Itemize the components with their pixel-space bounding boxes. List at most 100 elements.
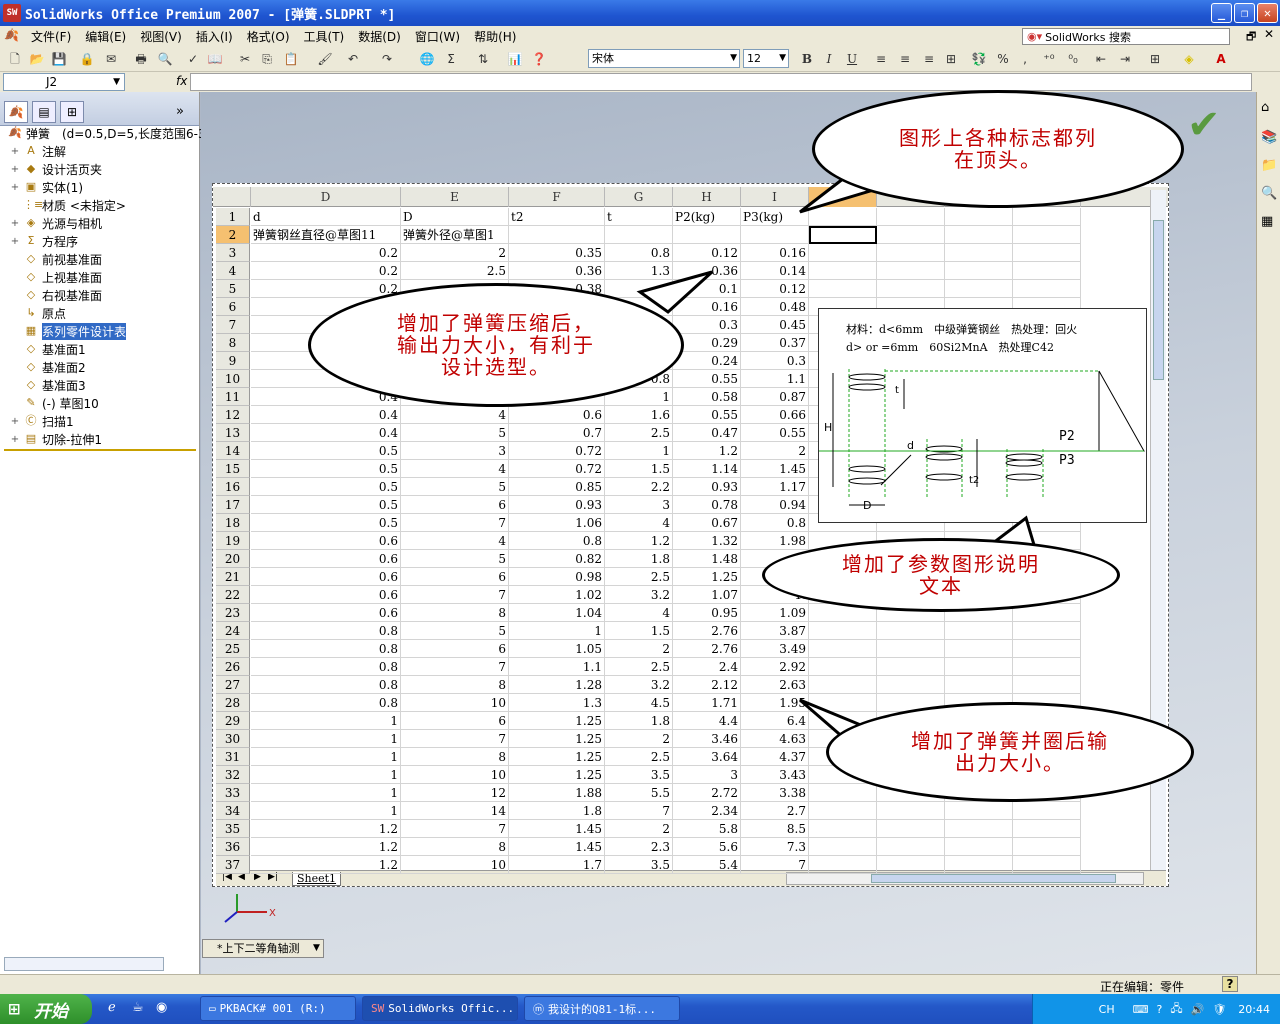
table-cell[interactable] — [945, 820, 1013, 838]
table-cell[interactable] — [877, 640, 945, 658]
table-cell[interactable]: 2.4 — [673, 658, 741, 676]
table-cell[interactable]: 5.4 — [673, 856, 741, 874]
row-header[interactable]: 1 — [216, 208, 250, 226]
column-header[interactable]: F — [509, 187, 605, 207]
row-header[interactable]: 6 — [216, 298, 250, 316]
row-header[interactable]: 37 — [216, 856, 250, 874]
table-cell[interactable]: 0.2 — [251, 280, 401, 298]
table-cell[interactable]: 2.12 — [673, 676, 741, 694]
table-cell[interactable]: 0.55 — [673, 370, 741, 388]
table-cell[interactable] — [809, 856, 877, 874]
table-cell[interactable]: 3.43 — [741, 766, 809, 784]
table-cell[interactable]: 1.48 — [673, 550, 741, 568]
confirm-checkmark-icon[interactable]: ✔ — [1187, 102, 1221, 148]
tree-item[interactable]: ◇ 上视基准面 — [0, 268, 102, 286]
table-cell[interactable] — [809, 280, 877, 298]
table-cell[interactable] — [877, 226, 945, 244]
table-cell[interactable]: 0.93 — [509, 496, 605, 514]
table-cell[interactable]: 2.5 — [605, 568, 673, 586]
chart-wizard-icon[interactable]: 📊 — [506, 50, 524, 68]
table-cell[interactable]: 0.95 — [673, 604, 741, 622]
table-cell[interactable]: 0.66 — [741, 406, 809, 424]
table-cell[interactable]: 5 — [401, 622, 509, 640]
align-right-icon[interactable]: ≡ — [920, 50, 938, 68]
increase-decimal-icon[interactable]: ⁺⁰ — [1040, 50, 1058, 68]
table-cell[interactable]: 0.36 — [509, 262, 605, 280]
scroll-thumb[interactable] — [1153, 220, 1164, 380]
menu-edit[interactable]: 编辑(E) — [78, 28, 133, 45]
table-cell[interactable]: 4.4 — [673, 712, 741, 730]
table-cell[interactable]: 7 — [605, 802, 673, 820]
tree-item[interactable]: ✎ (-) 草图10 — [0, 394, 98, 412]
table-cell[interactable] — [877, 244, 945, 262]
table-cell[interactable] — [877, 838, 945, 856]
table-cell[interactable] — [1013, 640, 1081, 658]
table-cell[interactable]: 2.63 — [741, 676, 809, 694]
currency-icon[interactable]: 💱 — [970, 50, 988, 68]
format-painter-icon[interactable]: 🖌 — [316, 50, 334, 68]
table-cell[interactable]: 0.55 — [673, 406, 741, 424]
row-header[interactable]: 13 — [216, 424, 250, 442]
table-cell[interactable] — [673, 226, 741, 244]
table-cell[interactable]: 1.2 — [673, 442, 741, 460]
table-cell[interactable]: 1.3 — [605, 262, 673, 280]
table-cell[interactable]: 3.2 — [605, 676, 673, 694]
table-cell[interactable]: 1.8 — [605, 712, 673, 730]
table-cell[interactable]: 弹簧钢丝直径@草图11 — [251, 226, 401, 244]
design-library-icon[interactable]: 📚 — [1261, 130, 1277, 145]
menu-insert[interactable]: 插入(I) — [189, 28, 240, 45]
undo-icon[interactable]: ↶ — [344, 50, 362, 68]
taskbar-item-explorer[interactable]: ▭ PKBACK# 001 (R:) — [200, 996, 356, 1021]
resources-icon[interactable]: ⌂ — [1261, 100, 1269, 115]
table-cell[interactable]: 1.71 — [673, 694, 741, 712]
table-cell[interactable] — [1013, 676, 1081, 694]
table-cell[interactable]: 6 — [401, 640, 509, 658]
table-cell[interactable]: 2 — [605, 820, 673, 838]
table-cell[interactable]: 1.05 — [509, 640, 605, 658]
table-cell[interactable]: 3 — [401, 442, 509, 460]
table-cell[interactable] — [605, 226, 673, 244]
print-preview-icon[interactable]: 🔍 — [156, 50, 174, 68]
feature-tree-tab[interactable]: 🍂 — [4, 101, 28, 123]
table-cell[interactable]: 0.37 — [741, 334, 809, 352]
table-cell[interactable] — [945, 208, 1013, 226]
table-cell[interactable]: 6 — [401, 712, 509, 730]
table-cell[interactable] — [809, 208, 877, 226]
table-cell[interactable]: 0.55 — [741, 424, 809, 442]
select-all-corner[interactable] — [216, 187, 251, 207]
research-icon[interactable]: 📖 — [206, 50, 224, 68]
table-cell[interactable]: 3 — [605, 496, 673, 514]
close-doc-icon[interactable]: ✕ — [1264, 27, 1274, 41]
row-header[interactable]: 30 — [216, 730, 250, 748]
table-cell[interactable]: 0.6 — [251, 604, 401, 622]
table-cell[interactable]: t2 — [509, 208, 605, 226]
table-cell[interactable] — [1013, 820, 1081, 838]
table-cell[interactable]: 0.4 — [251, 424, 401, 442]
table-cell[interactable]: 2.72 — [673, 784, 741, 802]
row-header[interactable]: 19 — [216, 532, 250, 550]
row-header[interactable]: 15 — [216, 460, 250, 478]
table-cell[interactable]: 0.47 — [673, 424, 741, 442]
insert-function-button[interactable]: fx — [176, 74, 187, 88]
table-cell[interactable]: 4 — [401, 460, 509, 478]
tree-item[interactable]: ◇ 基准面2 — [0, 358, 86, 376]
percent-button[interactable]: % — [994, 50, 1012, 68]
table-cell[interactable]: 0.16 — [673, 298, 741, 316]
restore-doc-icon[interactable]: 🗗 — [1246, 28, 1256, 47]
table-cell[interactable]: 0.6 — [251, 532, 401, 550]
table-cell[interactable] — [1013, 622, 1081, 640]
table-cell[interactable] — [1013, 856, 1081, 874]
table-cell[interactable]: 0.7 — [509, 424, 605, 442]
row-header[interactable]: 2 — [216, 226, 250, 244]
table-cell[interactable] — [809, 820, 877, 838]
solidworks-app-icon[interactable]: SW — [3, 4, 21, 22]
table-cell[interactable]: 8 — [401, 838, 509, 856]
row-header[interactable]: 36 — [216, 838, 250, 856]
tree-item[interactable]: ◇ 基准面3 — [0, 376, 86, 394]
table-cell[interactable]: 0.72 — [509, 460, 605, 478]
copy-icon[interactable]: ⎘ — [258, 50, 276, 68]
ie-quicklaunch-icon[interactable]: ℯ — [108, 1000, 116, 1015]
minimize-button[interactable]: _ — [1211, 3, 1232, 23]
tree-item[interactable]: ▦ 系列零件设计表 — [0, 322, 127, 340]
table-cell[interactable]: 1.09 — [741, 604, 809, 622]
